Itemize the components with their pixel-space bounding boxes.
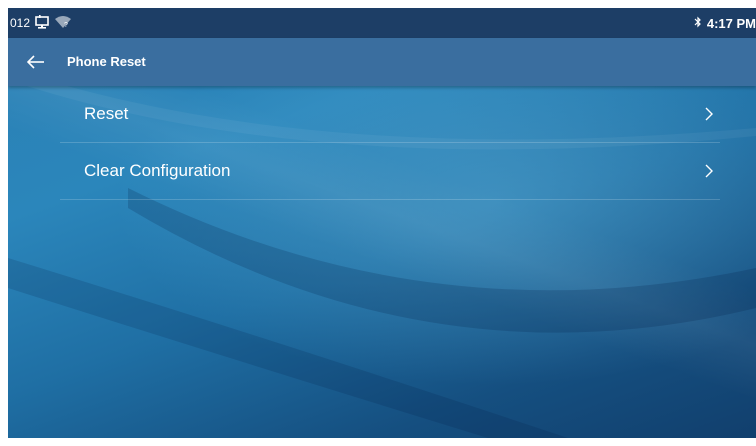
status-time: 4:17 PM [706, 15, 756, 31]
back-button[interactable] [22, 48, 50, 76]
chevron-right-icon [705, 107, 713, 121]
menu-item-clear-configuration[interactable]: Clear Configuration [60, 143, 720, 200]
chevron-right-icon [705, 164, 713, 178]
status-right: 4:17 PM [694, 8, 756, 38]
monitor-network-icon [34, 14, 50, 32]
menu-item-reset[interactable]: Reset [60, 86, 720, 143]
menu-item-label: Reset [84, 104, 129, 123]
wifi-unknown-icon: ? [54, 15, 72, 32]
settings-menu: Reset Clear Configuration [8, 86, 756, 200]
status-left: 012 ? [10, 8, 72, 38]
extension-number: 012 [10, 16, 31, 30]
phone-screen: 012 ? 4:17 PM Phone Reset Reset Clear Co… [8, 8, 756, 438]
status-bar: 012 ? 4:17 PM [8, 8, 756, 38]
bluetooth-icon [694, 16, 702, 31]
page-title: Phone Reset [67, 54, 146, 69]
arrow-left-icon [27, 55, 44, 69]
menu-item-label: Clear Configuration [84, 161, 231, 180]
svg-text:?: ? [64, 22, 68, 29]
title-bar: Phone Reset [8, 38, 756, 86]
